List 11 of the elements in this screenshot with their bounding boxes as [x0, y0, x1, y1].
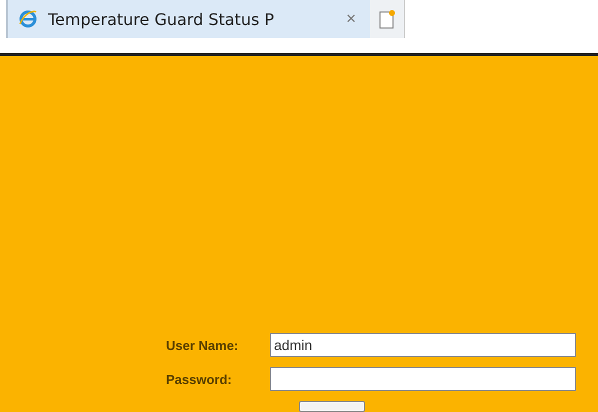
field-label: Password: [166, 372, 233, 386]
browser-tab[interactable]: Temperature Guard Status P × [6, 0, 370, 38]
browser-logo-icon [18, 9, 38, 29]
tab-title: Temperature Guard Status P [48, 10, 276, 28]
new-tab-icon [378, 9, 396, 29]
new-tab-button[interactable] [370, 0, 405, 38]
password-field[interactable] [270, 367, 576, 391]
field-label: User Name: [166, 338, 240, 352]
submit-button[interactable] [299, 401, 365, 412]
close-tab-button[interactable]: × [342, 9, 360, 29]
username-field[interactable]: admin [270, 333, 576, 357]
